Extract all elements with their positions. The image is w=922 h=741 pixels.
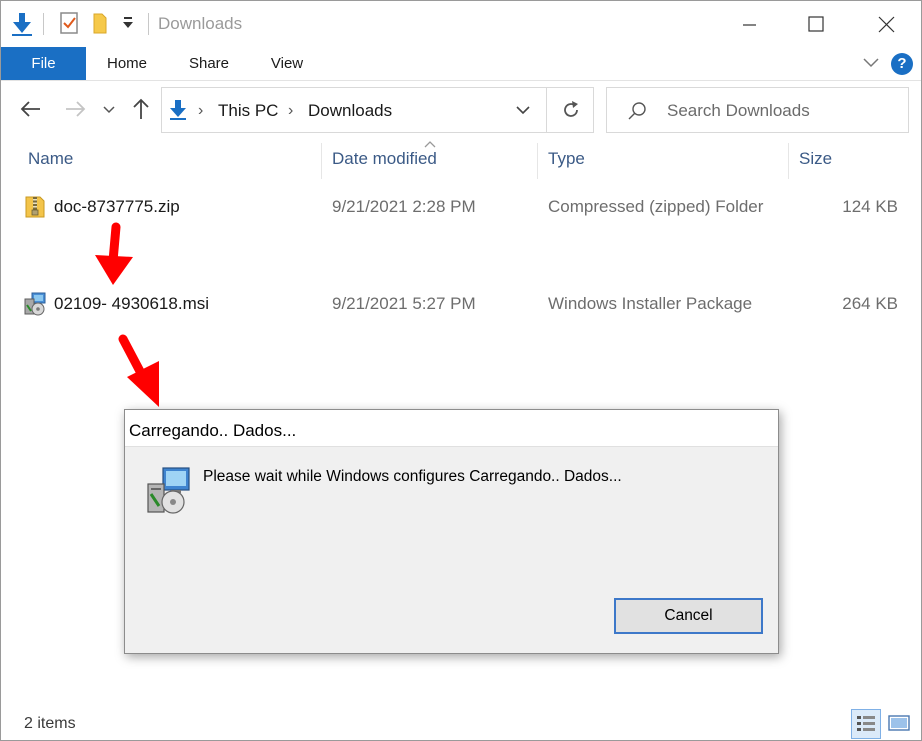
large-icons-view-icon[interactable] (885, 709, 915, 739)
cancel-button[interactable]: Cancel (614, 598, 763, 634)
file-date: 9/21/2021 2:28 PM (332, 197, 476, 216)
breadcrumb-this-pc[interactable]: This PC (218, 101, 278, 121)
refresh-icon[interactable] (560, 98, 582, 127)
forward-arrow-icon[interactable] (63, 97, 87, 121)
address-divider (546, 88, 547, 132)
msi-installer-icon (23, 291, 47, 317)
title-separator (148, 13, 149, 35)
column-header-type[interactable]: Type (548, 149, 585, 169)
search-icon (627, 101, 647, 126)
file-size: 124 KB (842, 197, 898, 216)
file-size: 264 KB (842, 294, 898, 313)
tab-share[interactable]: Share (181, 47, 237, 80)
navigation-bar: › This PC › Downloads Search Downloads (1, 85, 921, 135)
dialog-title-bar[interactable]: Carregando.. Dados... (125, 410, 778, 447)
file-type: Windows Installer Package (548, 294, 753, 313)
dialog-title: Carregando.. Dados... (129, 421, 297, 440)
windows-installer-icon (145, 466, 195, 516)
search-placeholder: Search Downloads (667, 101, 810, 120)
tab-file[interactable]: File (1, 47, 86, 80)
tab-view[interactable]: View (263, 47, 311, 80)
file-row[interactable]: 02109- 4930618.msi 9/21/2021 5:27 PM Win… (1, 289, 921, 321)
column-separator[interactable] (321, 143, 322, 179)
title-separator (43, 13, 44, 35)
file-name[interactable]: 02109- 4930618.msi (54, 294, 209, 314)
breadcrumb-downloads[interactable]: Downloads (308, 101, 392, 121)
downloads-location-icon (168, 99, 188, 126)
new-folder-icon[interactable] (91, 11, 111, 40)
zip-folder-icon (23, 194, 47, 220)
item-count: 2 items (24, 715, 76, 732)
expand-ribbon-icon[interactable] (861, 55, 881, 76)
window-title: Downloads (158, 14, 243, 33)
column-separator[interactable] (788, 143, 789, 179)
details-view-icon[interactable] (851, 709, 881, 739)
column-header-date-modified[interactable]: Date modified (332, 149, 437, 169)
column-separator[interactable] (537, 143, 538, 179)
red-arrow-icon (118, 334, 159, 407)
address-bar[interactable]: › This PC › Downloads (161, 87, 594, 133)
column-header-name[interactable]: Name (28, 149, 73, 169)
red-arrow-icon (95, 222, 133, 285)
downloads-folder-icon[interactable] (9, 11, 35, 42)
file-date: 9/21/2021 5:27 PM (332, 294, 476, 313)
file-name[interactable]: doc-8737775.zip (54, 197, 180, 217)
minimize-button[interactable] (734, 9, 764, 39)
installer-dialog: Carregando.. Dados... Please wait while … (124, 409, 779, 654)
close-button[interactable] (871, 9, 901, 39)
maximize-button[interactable] (801, 9, 831, 39)
recent-locations-chevron-icon[interactable] (101, 97, 117, 121)
back-arrow-icon[interactable] (19, 97, 43, 121)
file-type: Compressed (zipped) Folder (548, 197, 764, 216)
dialog-message: Please wait while Windows configures Car… (203, 468, 622, 485)
ribbon-tabs: File Home Share View ? (1, 47, 921, 81)
help-button[interactable]: ? (891, 53, 913, 75)
up-arrow-icon[interactable] (129, 97, 153, 121)
properties-icon[interactable] (59, 11, 81, 40)
column-header-size[interactable]: Size (799, 149, 832, 169)
search-box[interactable]: Search Downloads (606, 87, 909, 133)
file-explorer-window: Downloads File Home Share View ? › This … (0, 0, 922, 741)
breadcrumb-chevron-icon: › (198, 102, 204, 119)
address-dropdown-icon[interactable] (514, 102, 532, 123)
tab-home[interactable]: Home (97, 47, 157, 80)
file-row[interactable]: doc-8737775.zip 9/21/2021 2:28 PM Compre… (1, 192, 921, 224)
breadcrumb-chevron-icon: › (288, 102, 294, 119)
title-bar: Downloads (1, 1, 921, 47)
customize-toolbar-icon[interactable] (121, 15, 135, 36)
